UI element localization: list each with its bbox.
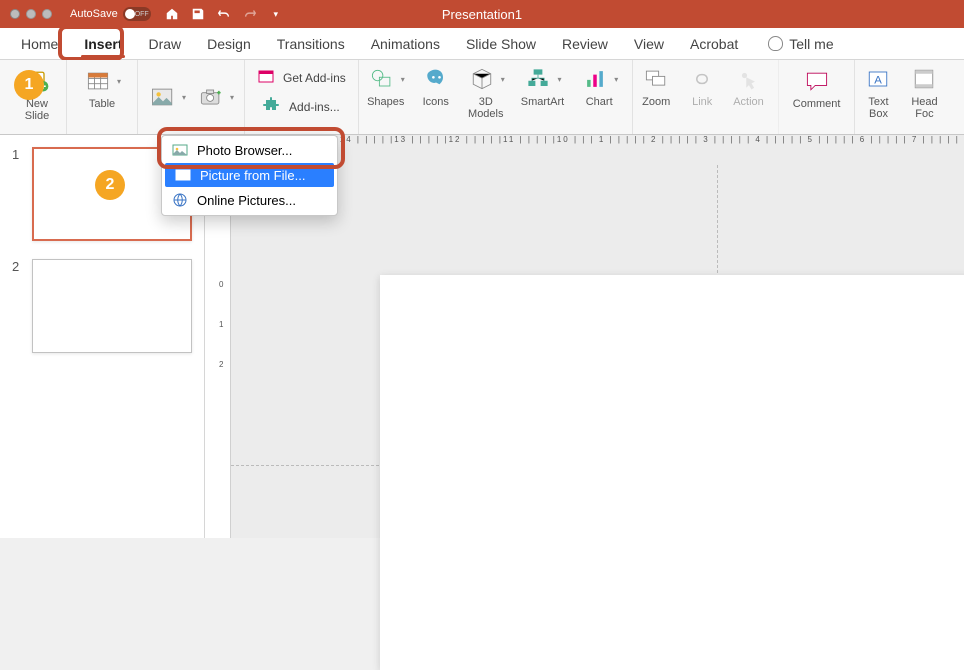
chevron-down-icon: ▾ — [557, 75, 561, 84]
shapes-button[interactable]: ▾Shapes — [359, 60, 413, 134]
tab-animations[interactable]: Animations — [358, 28, 453, 60]
pictures-dropdown: Photo Browser... Picture from File... On… — [161, 135, 338, 216]
header-footer-button[interactable]: Head Foc — [901, 60, 947, 134]
window-controls[interactable] — [10, 9, 52, 19]
redo-icon[interactable] — [243, 7, 257, 21]
zoom-window-dot[interactable] — [42, 9, 52, 19]
home-icon[interactable] — [165, 7, 179, 21]
tab-insert[interactable]: Insert — [71, 28, 135, 60]
chevron-down-icon: ▾ — [230, 93, 234, 102]
close-window-dot[interactable] — [10, 9, 20, 19]
header-footer-icon — [909, 64, 939, 94]
tab-slideshow[interactable]: Slide Show — [453, 28, 549, 60]
svg-text:A: A — [875, 74, 883, 86]
my-addins-button[interactable]: Add-ins... — [263, 95, 340, 118]
get-addins-button[interactable]: Get Add-ins — [257, 66, 346, 89]
chart-button[interactable]: ▾Chart — [572, 60, 633, 134]
textbox-icon: A — [863, 64, 893, 94]
addins-store-icon — [257, 66, 275, 89]
smartart-icon — [523, 64, 553, 94]
save-icon[interactable] — [191, 7, 205, 21]
3d-models-button[interactable]: ▾3D Models — [459, 60, 513, 134]
camera-icon — [196, 82, 226, 112]
minimize-window-dot[interactable] — [26, 9, 36, 19]
picture-file-icon — [175, 167, 191, 183]
lightbulb-icon — [768, 36, 783, 51]
ribbon-tabs: Home Insert Draw Design Transitions Anim… — [0, 28, 964, 60]
insert-ribbon: New Slide ▾ Table ▾ ▾ Get Add-ins Add-in… — [0, 60, 964, 135]
document-title: Presentation1 — [442, 7, 522, 22]
action-icon — [733, 64, 763, 94]
comment-icon — [802, 66, 832, 96]
slide-thumb[interactable] — [32, 259, 192, 353]
autosave-label: AutoSave — [70, 8, 118, 20]
action-button: Action — [725, 60, 779, 134]
window-titlebar: AutoSave OFF ▾ Presentation1 — [0, 0, 964, 28]
link-icon — [687, 64, 717, 94]
smartart-button[interactable]: ▾SmartArt — [513, 60, 572, 134]
more-down-icon[interactable]: ▾ — [269, 7, 283, 21]
puzzle-icon — [263, 95, 281, 118]
tab-home[interactable]: Home — [8, 28, 71, 60]
tab-draw[interactable]: Draw — [135, 28, 194, 60]
comment-button[interactable]: Comment — [779, 60, 856, 134]
horizontal-ruler: 16 | | | | |15 | | | | |14 | | | | |13 |… — [231, 135, 964, 147]
menu-picture-from-file[interactable]: Picture from File... — [165, 163, 334, 187]
slide-canvas[interactable] — [380, 275, 964, 670]
tab-review[interactable]: Review — [549, 28, 621, 60]
tutorial-step-2-badge: 2 — [95, 170, 125, 200]
chevron-down-icon: ▾ — [117, 77, 121, 86]
sticker-icon — [421, 64, 451, 94]
icons-button[interactable]: Icons — [413, 60, 459, 134]
tab-design[interactable]: Design — [194, 28, 264, 60]
chevron-down-icon: ▾ — [182, 93, 186, 102]
chevron-down-icon: ▾ — [501, 75, 505, 84]
screenshot-button[interactable]: ▾ — [196, 82, 234, 112]
tutorial-step-1-badge: 1 — [14, 70, 44, 100]
chevron-down-icon: ▾ — [401, 75, 405, 84]
table-button[interactable]: ▾ Table — [67, 60, 138, 134]
undo-icon[interactable] — [217, 7, 231, 21]
pictures-button[interactable]: ▾ — [148, 82, 186, 112]
autosave-control[interactable]: AutoSave OFF — [70, 7, 151, 21]
cube-icon — [467, 64, 497, 94]
zoom-icon — [641, 64, 671, 94]
slide-thumbnail-2[interactable]: 2 — [12, 259, 192, 353]
picture-icon — [148, 82, 178, 112]
table-icon — [83, 66, 113, 96]
chevron-down-icon: ▾ — [614, 75, 618, 84]
link-button: Link — [679, 60, 725, 134]
text-box-button[interactable]: AText Box — [855, 60, 901, 134]
menu-photo-browser[interactable]: Photo Browser... — [162, 138, 337, 162]
tab-acrobat[interactable]: Acrobat — [677, 28, 751, 60]
chart-icon — [580, 64, 610, 94]
editor-workarea: 1 2 16 | | | | |15 | | | | |14 | | | | |… — [0, 135, 964, 538]
tell-me-search[interactable]: Tell me — [755, 28, 846, 60]
tab-transitions[interactable]: Transitions — [264, 28, 358, 60]
image-icon — [172, 142, 188, 158]
zoom-button[interactable]: Zoom — [633, 60, 679, 134]
shapes-icon — [367, 64, 397, 94]
globe-icon — [172, 192, 188, 208]
menu-online-pictures[interactable]: Online Pictures... — [162, 188, 337, 212]
autosave-toggle[interactable]: OFF — [123, 7, 151, 21]
tab-view[interactable]: View — [621, 28, 677, 60]
